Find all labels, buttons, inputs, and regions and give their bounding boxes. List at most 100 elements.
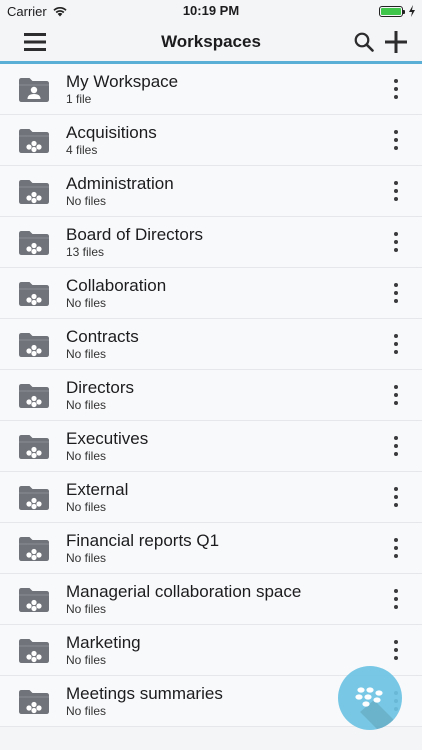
carrier-label: Carrier (7, 3, 47, 19)
hamburger-icon (24, 32, 46, 51)
workspace-texts: External No files (66, 480, 384, 514)
workspace-row[interactable]: Administration No files (0, 166, 422, 217)
workspace-row[interactable]: Executives No files (0, 421, 422, 472)
workspace-name: Acquisitions (66, 123, 157, 142)
nav-actions (354, 30, 408, 54)
shared-folder-icon (19, 231, 49, 255)
status-bar: Carrier 10:19 PM (0, 0, 422, 22)
workspace-row[interactable]: Contracts No files (0, 319, 422, 370)
more-dot (394, 350, 398, 354)
workspace-name: External (66, 480, 129, 499)
more-dot (394, 334, 398, 338)
workspace-name: Contracts (66, 327, 139, 346)
shared-folder-icon (19, 282, 49, 306)
more-dot (394, 597, 398, 601)
charging-icon (409, 5, 415, 17)
workspace-row[interactable]: External No files (0, 472, 422, 523)
more-options-button[interactable] (384, 278, 408, 308)
workspace-list: My Workspace 1 file Acquisitions 4 files (0, 64, 422, 727)
shared-folder-icon (19, 129, 49, 153)
workspace-file-count: 1 file (66, 92, 92, 106)
workspace-file-count: 4 files (66, 143, 98, 157)
more-dot (394, 248, 398, 252)
more-options-button[interactable] (384, 431, 408, 461)
more-dot (394, 79, 398, 83)
workspace-file-count: No files (66, 500, 107, 514)
blackberry-fab-button[interactable] (338, 666, 402, 730)
workspace-row[interactable]: Acquisitions 4 files (0, 115, 422, 166)
workspace-row[interactable]: Directors No files (0, 370, 422, 421)
shared-folder-icon (19, 486, 49, 510)
more-dot (394, 605, 398, 609)
more-dot (394, 283, 398, 287)
more-dot (394, 401, 398, 405)
more-options-button[interactable] (384, 176, 408, 206)
more-options-button[interactable] (384, 584, 408, 614)
workspace-name: Executives (66, 429, 149, 448)
more-dot (394, 146, 398, 150)
add-button[interactable] (384, 30, 408, 54)
more-dot (394, 589, 398, 593)
more-options-button[interactable] (384, 635, 408, 665)
workspace-name: Managerial collaboration space (66, 582, 302, 601)
workspace-file-count: No files (66, 653, 107, 667)
workspace-name: Financial reports Q1 (66, 531, 220, 550)
more-options-button[interactable] (384, 482, 408, 512)
more-dot (394, 554, 398, 558)
workspace-name: My Workspace (66, 72, 179, 91)
workspace-name: Board of Directors (66, 225, 203, 244)
workspace-row[interactable]: My Workspace 1 file (0, 64, 422, 115)
menu-button[interactable] (24, 32, 46, 52)
more-dot (394, 299, 398, 303)
wifi-icon (53, 6, 67, 17)
more-options-button[interactable] (384, 74, 408, 104)
workspace-file-count: No files (66, 194, 107, 208)
more-dot (394, 232, 398, 236)
nav-bar: Workspaces (0, 22, 422, 64)
workspace-texts: Administration No files (66, 174, 384, 208)
workspace-name: Collaboration (66, 276, 167, 295)
workspace-texts: Board of Directors 13 files (66, 225, 384, 259)
more-dot (394, 436, 398, 440)
workspace-texts: Acquisitions 4 files (66, 123, 384, 157)
workspace-name: Marketing (66, 633, 141, 652)
more-options-button[interactable] (384, 329, 408, 359)
shared-folder-icon (19, 180, 49, 204)
more-options-button[interactable] (384, 227, 408, 257)
more-options-button[interactable] (384, 125, 408, 155)
workspace-row[interactable]: Managerial collaboration space No files (0, 574, 422, 625)
plus-icon (385, 30, 407, 53)
workspace-file-count: No files (66, 551, 107, 565)
workspace-texts: Managerial collaboration space No files (66, 582, 384, 616)
workspace-texts: Collaboration No files (66, 276, 384, 310)
more-dot (394, 495, 398, 499)
more-options-button[interactable] (384, 380, 408, 410)
workspace-name: Directors (66, 378, 135, 397)
workspace-file-count: No files (66, 347, 107, 361)
workspace-texts: Financial reports Q1 No files (66, 531, 384, 565)
more-dot (394, 385, 398, 389)
shared-folder-icon (19, 537, 49, 561)
workspace-file-count: No files (66, 296, 107, 310)
shared-folder-icon (19, 333, 49, 357)
status-right (379, 5, 416, 17)
more-dot (394, 130, 398, 134)
more-options-button[interactable] (384, 533, 408, 563)
shared-folder-icon (19, 690, 49, 714)
workspace-row[interactable]: Financial reports Q1 No files (0, 523, 422, 574)
workspace-row[interactable]: Collaboration No files (0, 268, 422, 319)
search-button[interactable] (354, 32, 374, 52)
more-dot (394, 640, 398, 644)
more-dot (394, 444, 398, 448)
workspace-file-count: No files (66, 449, 107, 463)
more-dot (394, 291, 398, 295)
more-dot (394, 546, 398, 550)
more-dot (394, 197, 398, 201)
workspace-row[interactable]: Board of Directors 13 files (0, 217, 422, 268)
more-dot (394, 87, 398, 91)
battery-fill (381, 7, 401, 15)
search-icon (354, 32, 374, 52)
more-dot (394, 189, 398, 193)
more-dot (394, 648, 398, 652)
more-dot (394, 656, 398, 660)
